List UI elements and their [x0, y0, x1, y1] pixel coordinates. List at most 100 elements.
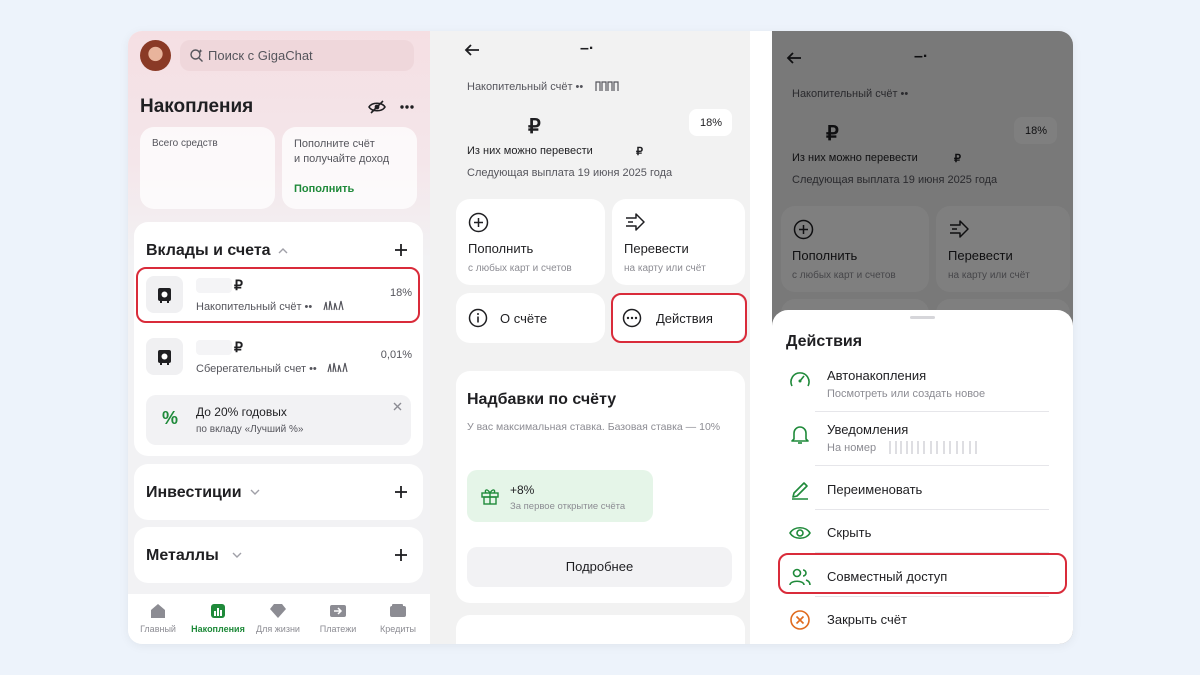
nav-credits[interactable]: Кредиты	[368, 596, 428, 634]
action-sub: Посмотреть или создать новое	[827, 388, 986, 400]
total-funds-label: Всего средств	[152, 138, 218, 149]
action-notifications[interactable]: Уведомления На номер	[784, 420, 1064, 464]
bonus-value: +8%	[510, 483, 535, 497]
diamond-icon	[268, 602, 288, 620]
screen-account: –· Накопительный счёт •• ₽ 18% Из них мо…	[430, 31, 750, 644]
screen-savings: Поиск с GigaChat Накопления Всего средст…	[128, 31, 430, 644]
search-placeholder: Поиск с GigaChat	[208, 48, 313, 63]
balance-mask	[196, 278, 232, 293]
transfer-sub: на карту или счёт	[624, 263, 706, 274]
more-icon[interactable]	[400, 105, 414, 109]
actions-button[interactable]: Действия	[612, 293, 745, 343]
add-metal-icon[interactable]	[394, 548, 408, 562]
nav-payments[interactable]: Платежи	[308, 596, 368, 634]
action-shared-access[interactable]: Совместный доступ	[784, 561, 1064, 597]
promo-topup-card[interactable]: Пополните счёт и получайте доход Пополни…	[282, 127, 417, 209]
screenshot-frame: Поиск с GigaChat Накопления Всего средст…	[128, 31, 1073, 644]
promo-topup-link[interactable]: Пополнить	[294, 183, 354, 195]
actions-sheet: Действия Автонакопления Посмотреть или с…	[772, 310, 1073, 644]
action-close-account[interactable]: Закрыть счёт	[784, 604, 1064, 640]
avatar[interactable]	[140, 40, 171, 71]
promo-text-line2: и получайте доход	[294, 153, 390, 165]
action-sub: На номер	[827, 442, 877, 454]
action-hide[interactable]: Скрыть	[784, 517, 1064, 553]
sheet-title: Действия	[786, 333, 863, 350]
account-row-accumulative[interactable]: ₽ Накопительный счёт •• 18%	[140, 270, 418, 320]
promo-banner[interactable]: % До 20% годовых по вкладу «Лучший %»	[146, 395, 411, 445]
transfer-label: Из них можно перевести	[467, 145, 593, 157]
transfer-title: Перевести	[624, 241, 689, 256]
investments-header: Инвестиции	[146, 484, 242, 501]
account-number-mask	[595, 80, 619, 92]
safe-icon	[146, 276, 183, 313]
about-account-label: О счёте	[500, 311, 548, 326]
more-details-label: Подробнее	[565, 559, 634, 574]
chevron-up-icon[interactable]	[278, 247, 288, 254]
chevron-down-icon	[232, 552, 242, 559]
deposits-header[interactable]: Вклады и счета	[146, 242, 271, 260]
divider-gap	[750, 31, 772, 644]
safe-icon	[146, 338, 183, 375]
users-icon	[788, 565, 812, 589]
transfer-button[interactable]: Перевести на карту или счёт	[612, 199, 745, 285]
gauge-icon	[788, 368, 812, 392]
divider	[815, 552, 1049, 553]
account-number-mask	[323, 300, 345, 311]
action-title: Скрыть	[827, 525, 872, 540]
topup-button[interactable]: Пополнить с любых карт и счетов	[456, 199, 605, 285]
bell-icon	[788, 422, 812, 446]
bonus-sub: За первое открытие счёта	[510, 501, 626, 512]
action-title: Уведомления	[827, 422, 909, 437]
header-title: –·	[580, 40, 595, 57]
hide-balance-icon[interactable]	[368, 99, 386, 115]
more-details-button[interactable]: Подробнее	[467, 547, 732, 587]
total-funds-card[interactable]: Всего средств	[140, 127, 275, 209]
bonus-chip[interactable]: +8% За первое открытие счёта	[467, 470, 653, 522]
action-auto-savings[interactable]: Автонакопления Посмотреть или создать но…	[784, 366, 1064, 410]
add-investment-icon[interactable]	[394, 485, 408, 499]
search-input[interactable]: Поиск с GigaChat	[180, 40, 414, 71]
account-name: Накопительный счёт ••	[196, 301, 313, 313]
payments-icon	[328, 602, 348, 620]
phone-number-mask	[888, 440, 984, 455]
bonus-title: Надбавки по счёту	[467, 391, 617, 408]
screen-actions-sheet: –· Накопительный счёт •• ₽ 18% Из них мо…	[772, 31, 1073, 644]
action-rename[interactable]: Переименовать	[784, 474, 1064, 510]
account-row-savings[interactable]: ₽ Сберегательный счет •• 0,01%	[140, 332, 418, 382]
back-arrow-icon[interactable]	[464, 43, 480, 57]
sheet-handle[interactable]	[910, 316, 935, 319]
percent-icon: %	[162, 408, 179, 428]
account-rate: 18%	[389, 287, 412, 299]
account-name: Сберегательный счет ••	[196, 363, 317, 375]
divider	[815, 411, 1049, 412]
nav-home[interactable]: Главный	[128, 596, 188, 634]
nav-label: Кредиты	[380, 624, 416, 634]
balance-currency: ₽	[528, 116, 541, 138]
metals-section[interactable]: Металлы	[134, 527, 423, 583]
promo-banner-title: До 20% годовых	[196, 405, 287, 419]
add-deposit-icon[interactable]	[394, 243, 408, 257]
chevron-down-icon	[250, 489, 260, 496]
transfer-currency: ₽	[636, 146, 643, 158]
bonus-desc: У вас максимальная ставка. Базовая ставк…	[467, 421, 721, 433]
gigachat-search-icon	[189, 48, 204, 63]
divider	[815, 596, 1049, 597]
metals-header: Металлы	[146, 547, 219, 564]
about-account-button[interactable]: О счёте	[456, 293, 605, 343]
more-circle-icon	[622, 308, 642, 328]
home-icon	[148, 602, 168, 620]
action-title: Автонакопления	[827, 368, 927, 383]
info-icon	[468, 308, 488, 328]
plus-circle-icon	[468, 212, 489, 233]
topup-title: Пополнить	[468, 241, 534, 256]
nav-savings[interactable]: Накопления	[188, 596, 248, 634]
account-currency: ₽	[234, 277, 243, 293]
investments-section[interactable]: Инвестиции	[134, 464, 423, 520]
action-title: Переименовать	[827, 482, 923, 497]
next-card-peek	[456, 615, 745, 644]
rate-badge-text: 18%	[700, 117, 723, 129]
close-icon[interactable]	[393, 402, 402, 411]
nav-label: Накопления	[191, 624, 245, 634]
nav-life[interactable]: Для жизни	[248, 596, 308, 634]
pencil-icon	[788, 478, 812, 502]
